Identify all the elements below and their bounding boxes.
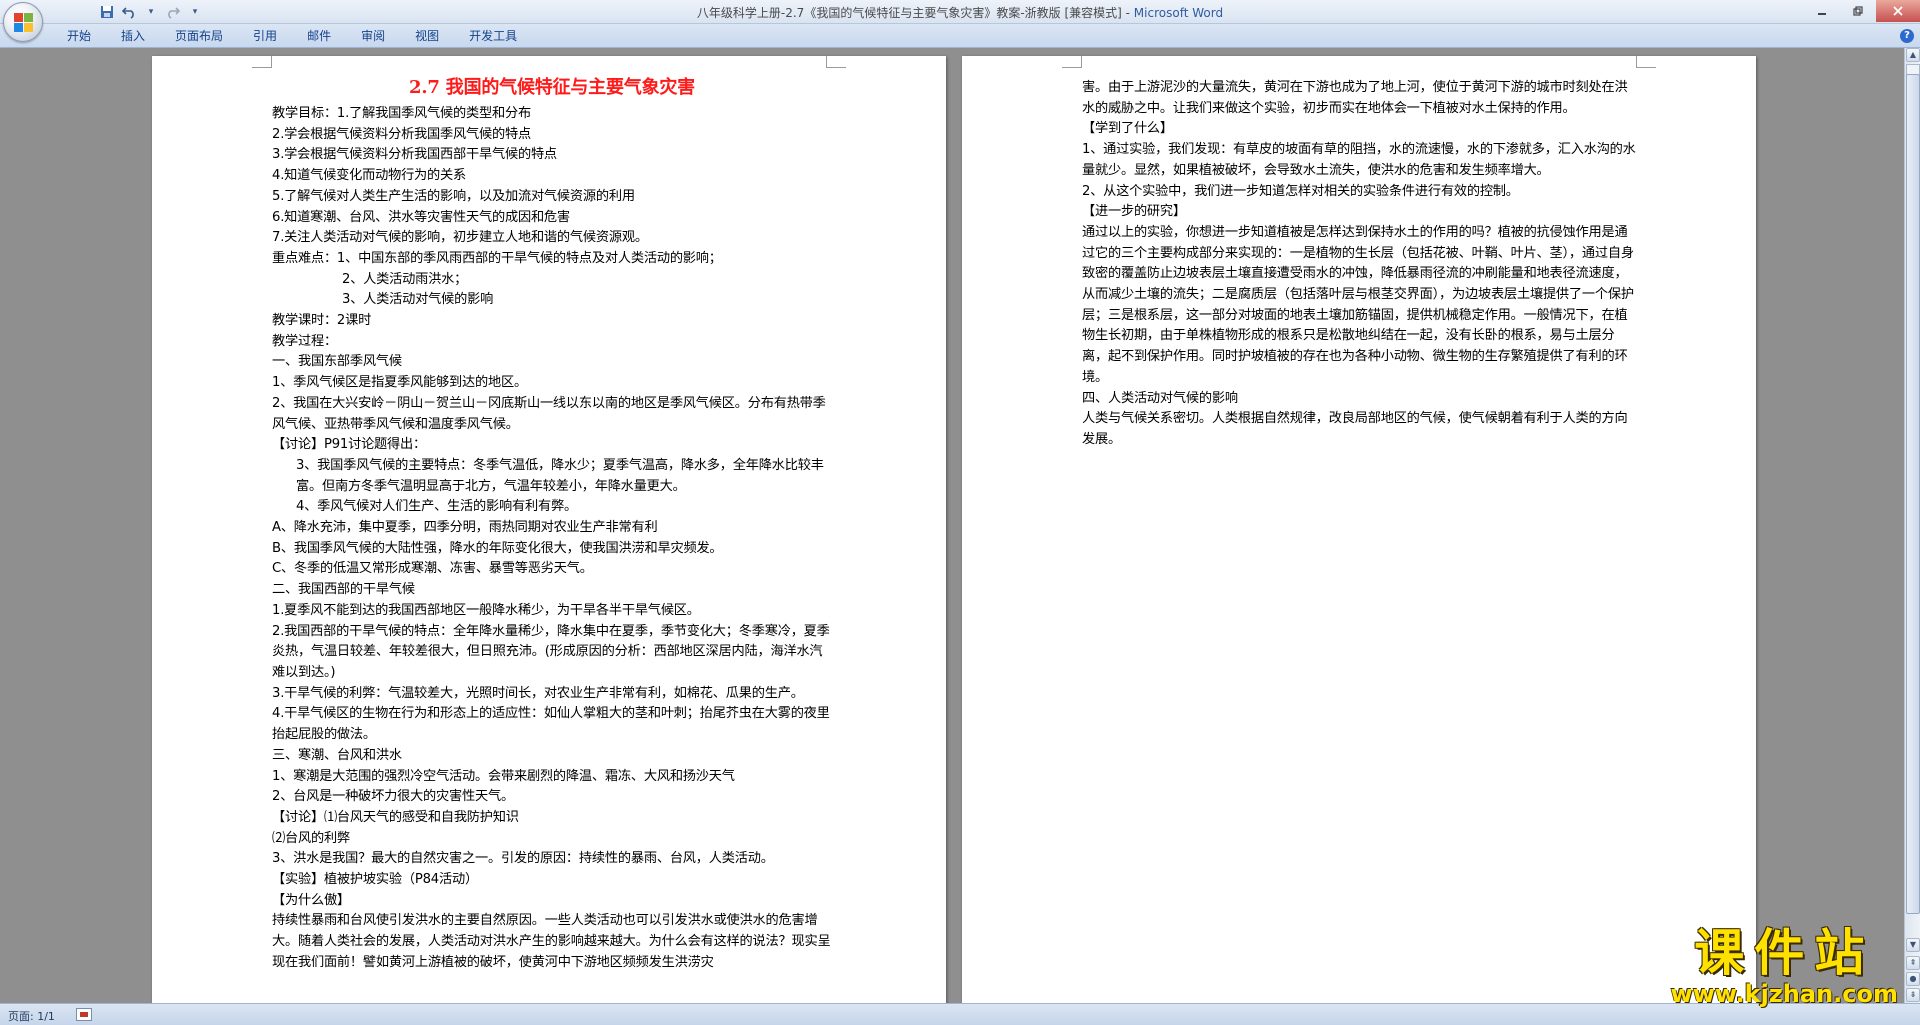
proofing-status-icon[interactable] bbox=[76, 1008, 92, 1021]
scroll-up-icon[interactable]: ▲ bbox=[1906, 48, 1920, 62]
paragraph[interactable]: 4.知道气候变化而动物行为的关系 bbox=[272, 166, 832, 187]
crop-mark bbox=[1636, 56, 1656, 68]
vertical-scrollbar[interactable]: ▲ ▼ ⇞ ● ⇟ bbox=[1904, 48, 1920, 1003]
paragraph[interactable]: 3.干旱气候的利弊：气温较差大，光照时间长，对农业生产非常有利，如棉花、瓜果的生… bbox=[272, 684, 832, 705]
tab-developer[interactable]: 开发工具 bbox=[454, 28, 532, 44]
paragraph[interactable]: 1.夏季风不能到达的我国西部地区一般降水稀少，为干旱各半干旱气候区。 bbox=[272, 601, 832, 622]
paragraph[interactable]: 4、季风气候对人们生产、生活的影响有利有弊。 bbox=[272, 497, 832, 518]
tab-page-layout[interactable]: 页面布局 bbox=[160, 28, 238, 44]
scroll-down-icon[interactable]: ▼ bbox=[1906, 938, 1920, 952]
paragraph[interactable]: 害。由于上游泥沙的大量流失，黄河在下游也成为了地上河，使位于黄河下游的城市时刻处… bbox=[1082, 78, 1638, 119]
paragraph[interactable]: 2.我国西部的干旱气候的特点：全年降水量稀少，降水集中在夏季，季节变化大；冬季寒… bbox=[272, 622, 832, 684]
tab-review[interactable]: 审阅 bbox=[346, 28, 400, 44]
paragraph[interactable]: 7.关注人类活动对气候的影响，初步建立人地和谐的气候资源观。 bbox=[272, 228, 832, 249]
paragraph[interactable]: 1、季风气候区是指夏季风能够到达的地区。 bbox=[272, 373, 832, 394]
page-2-content[interactable]: 害。由于上游泥沙的大量流失，黄河在下游也成为了地上河，使位于黄河下游的城市时刻处… bbox=[1082, 78, 1638, 451]
tab-home[interactable]: 开始 bbox=[52, 28, 106, 44]
paragraph[interactable]: 通过以上的实验，你想进一步知道植被是怎样达到保持水土的作用的吗？植被的抗侵蚀作用… bbox=[1082, 223, 1638, 389]
paragraph[interactable]: C、冬季的低温又常形成寒潮、冻害、暴雪等恶劣天气。 bbox=[272, 559, 832, 580]
select-browse-object-icon[interactable]: ● bbox=[1906, 972, 1920, 986]
watermark-title: 课件站 bbox=[1694, 923, 1875, 982]
document-workspace[interactable]: 2.7 我国的气候特征与主要气象灾害 教学目标：1.了解我国季风气候的类型和分布… bbox=[0, 48, 1904, 1003]
status-bar: 页面: 1/1 bbox=[0, 1003, 1920, 1025]
site-watermark: 课件站 www.kjzhan.com bbox=[1670, 923, 1898, 1008]
paragraph[interactable]: 【为什么傲】 bbox=[272, 891, 832, 912]
document-page-1[interactable]: 2.7 我国的气候特征与主要气象灾害 教学目标：1.了解我国季风气候的类型和分布… bbox=[152, 56, 946, 1003]
app-name: Microsoft Word bbox=[1133, 6, 1224, 20]
document-page-2[interactable]: 害。由于上游泥沙的大量流失，黄河在下游也成为了地上河，使位于黄河下游的城市时刻处… bbox=[962, 56, 1756, 1003]
crop-mark bbox=[826, 56, 846, 68]
paragraph[interactable]: 【实验】植被护坡实验（P84活动） bbox=[272, 870, 832, 891]
paragraph[interactable]: 2、人类活动雨洪水； bbox=[272, 270, 832, 291]
paragraph[interactable]: 2.学会根据气候资料分析我国季风气候的特点 bbox=[272, 125, 832, 146]
restore-icon[interactable] bbox=[1840, 0, 1876, 22]
paragraph[interactable]: 2、我国在大兴安岭－阴山－贺兰山－冈底斯山一线以东以南的地区是季风气候区。分布有… bbox=[272, 394, 832, 435]
next-page-icon[interactable]: ⇟ bbox=[1906, 988, 1920, 1002]
paragraph[interactable]: 【学到了什么】 bbox=[1082, 119, 1638, 140]
paragraph[interactable]: 【讨论】⑴台风天气的感受和自我防护知识 bbox=[272, 808, 832, 829]
previous-page-icon[interactable]: ⇞ bbox=[1906, 956, 1920, 970]
paragraph[interactable]: ⑵台风的利弊 bbox=[272, 829, 832, 850]
title-bar: ▾ ▾ 八年级科学上册-2.7《我国的气候特征与主要气象灾害》教案-浙教版 [兼… bbox=[0, 0, 1920, 42]
paragraph[interactable]: 教学目标：1.了解我国季风气候的类型和分布 bbox=[272, 104, 832, 125]
paragraph[interactable]: 【进一步的研究】 bbox=[1082, 202, 1638, 223]
crop-mark bbox=[252, 56, 272, 68]
paragraph[interactable]: 一、我国东部季风气候 bbox=[272, 352, 832, 373]
window-title: 八年级科学上册-2.7《我国的气候特征与主要气象灾害》教案-浙教版 [兼容模式]… bbox=[0, 4, 1920, 21]
minimize-icon[interactable] bbox=[1804, 0, 1840, 22]
paragraph[interactable]: 6.知道寒潮、台风、洪水等灾害性天气的成因和危害 bbox=[272, 208, 832, 229]
paragraph[interactable]: 重点难点：1、中国东部的季风雨西部的干旱气候的特点及对人类活动的影响； bbox=[272, 249, 832, 270]
document-title: 八年级科学上册-2.7《我国的气候特征与主要气象灾害》教案-浙教版 [兼容模式]… bbox=[696, 6, 1134, 20]
paragraph[interactable]: 人类与气候关系密切。人类根据自然规律，改良局部地区的气候，使气候朝着有利于人类的… bbox=[1082, 409, 1638, 450]
paragraph[interactable]: 教学课时：2课时 bbox=[272, 311, 832, 332]
paragraph[interactable]: 三、寒潮、台风和洪水 bbox=[272, 746, 832, 767]
paragraph[interactable]: 1、寒潮是大范围的强烈冷空气活动。会带来剧烈的降温、霜冻、大风和扬沙天气 bbox=[272, 767, 832, 788]
paragraph[interactable]: 1、通过实验，我们发现：有草皮的坡面有草的阻挡，水的流速慢，水的下渗就多，汇入水… bbox=[1082, 140, 1638, 181]
office-button[interactable] bbox=[3, 2, 43, 42]
tab-insert[interactable]: 插入 bbox=[106, 28, 160, 44]
paragraph[interactable]: 教学过程： bbox=[272, 332, 832, 353]
paragraph[interactable]: 4.干旱气候区的生物在行为和形态上的适应性：如仙人掌粗大的茎和叶刺；抬尾芥虫在大… bbox=[272, 704, 832, 745]
paragraph[interactable]: 3、洪水是我国？最大的自然灾害之一。引发的原因：持续性的暴雨、台风，人类活动。 bbox=[272, 849, 832, 870]
paragraph[interactable]: 3.学会根据气候资料分析我国西部干旱气候的特点 bbox=[272, 145, 832, 166]
crop-mark bbox=[1062, 56, 1082, 68]
paragraph[interactable]: A、降水充沛，集中夏季，四季分明，雨热同期对农业生产非常有利 bbox=[272, 518, 832, 539]
tab-view[interactable]: 视图 bbox=[400, 28, 454, 44]
paragraph[interactable]: 5.了解气候对人类生产生活的影响，以及加流对气候资源的利用 bbox=[272, 187, 832, 208]
paragraph[interactable]: 2、从这个实验中，我们进一步知道怎样对相关的实验条件进行有效的控制。 bbox=[1082, 182, 1638, 203]
paragraph[interactable]: 3、我国季风气候的主要特点：冬季气温低，降水少；夏季气温高，降水多，全年降水比较… bbox=[272, 456, 832, 497]
scrollbar-thumb[interactable] bbox=[1906, 74, 1920, 914]
ribbon-tab-bar: 开始 插入 页面布局 引用 邮件 审阅 视图 开发工具 ? bbox=[0, 24, 1920, 48]
paragraph[interactable]: 【讨论】P91讨论题得出： bbox=[272, 435, 832, 456]
paragraph[interactable]: 持续性暴雨和台风使引发洪水的主要自然原因。一些人类活动也可以引发洪水或使洪水的危… bbox=[272, 911, 832, 973]
document-heading: 2.7 我国的气候特征与主要气象灾害 bbox=[409, 77, 695, 98]
tab-references[interactable]: 引用 bbox=[238, 28, 292, 44]
paragraph[interactable]: 四、人类活动对气候的影响 bbox=[1082, 389, 1638, 410]
close-icon[interactable] bbox=[1876, 0, 1920, 22]
window-controls bbox=[1804, 0, 1920, 22]
paragraph[interactable]: 3、人类活动对气候的影响 bbox=[272, 290, 832, 311]
help-icon[interactable]: ? bbox=[1900, 29, 1914, 43]
paragraph[interactable]: 二、我国西部的干旱气候 bbox=[272, 580, 832, 601]
watermark-url: www.kjzhan.com bbox=[1670, 980, 1898, 1008]
paragraph[interactable]: B、我国季风气候的大陆性强，降水的年际变化很大，使我国洪涝和旱灾频发。 bbox=[272, 539, 832, 560]
office-logo-icon bbox=[14, 13, 34, 33]
tab-mailings[interactable]: 邮件 bbox=[292, 28, 346, 44]
page-count-status[interactable]: 页面: 1/1 bbox=[8, 1008, 55, 1024]
page-1-content[interactable]: 2.7 我国的气候特征与主要气象灾害 教学目标：1.了解我国季风气候的类型和分布… bbox=[272, 76, 832, 974]
paragraph[interactable]: 2、台风是一种破坏力很大的灾害性天气。 bbox=[272, 787, 832, 808]
